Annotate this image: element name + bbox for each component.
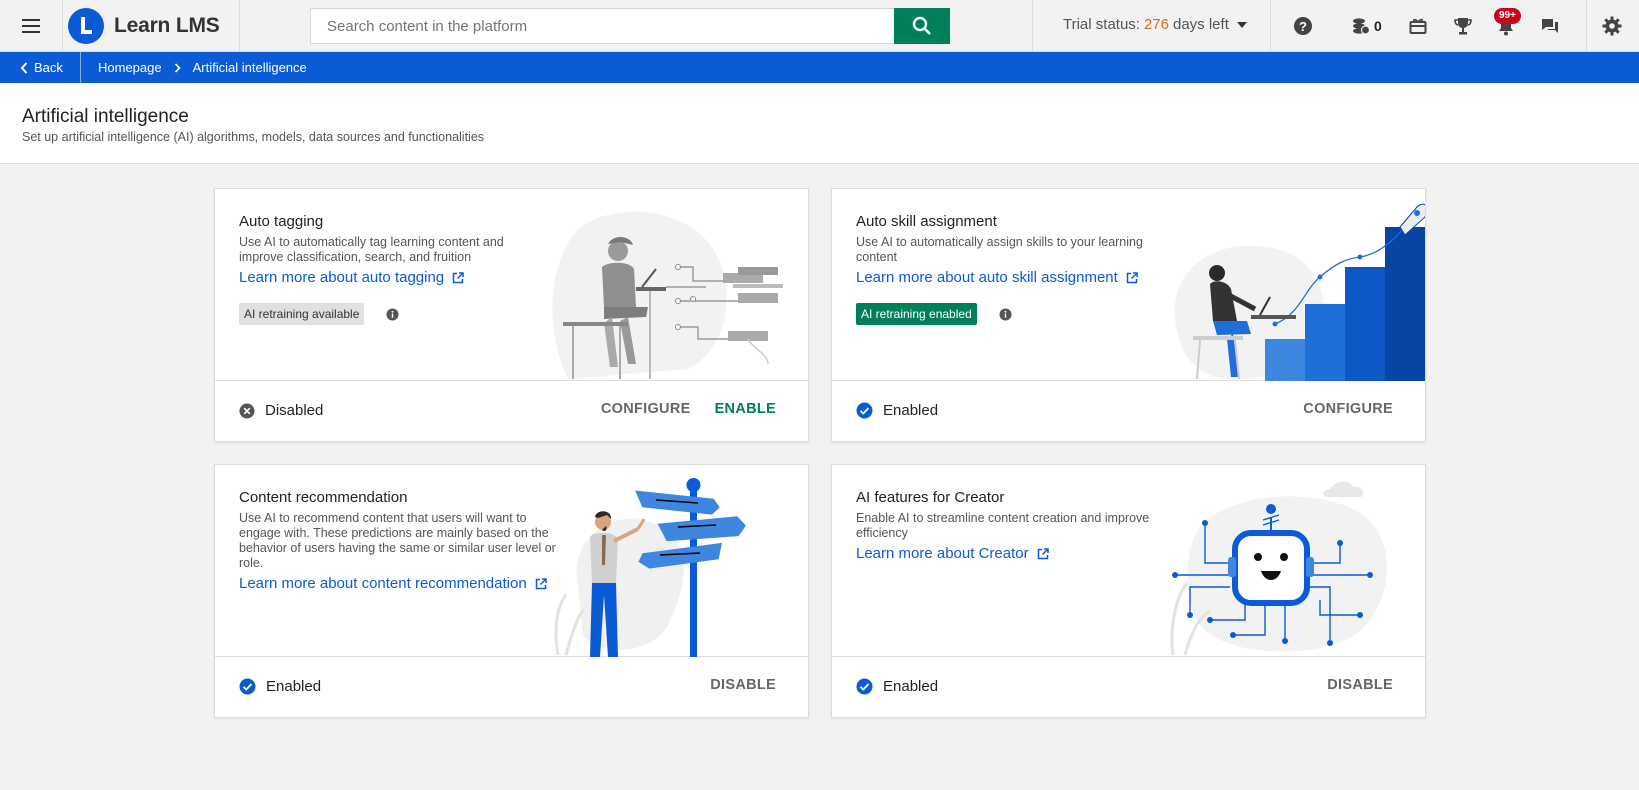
card-title: Auto tagging xyxy=(239,213,324,230)
disable-button[interactable]: DISABLE xyxy=(710,677,776,693)
trial-label: Trial status: xyxy=(1063,16,1140,33)
rewards-button[interactable] xyxy=(1407,14,1429,38)
breadcrumb-homepage[interactable]: Homepage xyxy=(98,60,162,75)
trophy-icon xyxy=(1454,18,1472,35)
app-logo[interactable]: Learn LMS xyxy=(62,0,240,51)
ai-features-creator-card: AI features for Creator Enable AI to str… xyxy=(831,464,1426,718)
divider xyxy=(1270,0,1271,51)
divider xyxy=(80,52,81,83)
status-indicator: Enabled xyxy=(856,678,938,695)
chat-icon xyxy=(1542,19,1558,33)
coins-button[interactable]: 0 xyxy=(1352,14,1382,38)
caret-down-icon xyxy=(1236,21,1247,28)
breadcrumb: Homepage Artificial intelligence xyxy=(98,52,307,83)
card-title: Auto skill assignment xyxy=(856,213,997,230)
auto-tagging-illustration xyxy=(552,211,783,379)
app-name: Learn LMS xyxy=(114,13,220,37)
search-icon xyxy=(912,16,931,35)
status-indicator: Enabled xyxy=(856,402,938,419)
check-circle-icon xyxy=(856,402,873,419)
retraining-pill: AI retraining available xyxy=(239,303,365,325)
skill-growth-illustration xyxy=(1174,203,1425,381)
status-label: Enabled xyxy=(266,678,322,695)
coins-icon xyxy=(1353,18,1370,35)
top-bar: Learn LMS Trial status: 276 days left ? … xyxy=(0,0,1639,52)
retraining-status: AI retraining enabled xyxy=(856,303,1012,325)
trial-status-dropdown[interactable]: Trial status: 276 days left xyxy=(1063,16,1249,33)
link-label: Learn more about content recommendation xyxy=(239,575,527,592)
status-indicator: Enabled xyxy=(239,678,321,695)
card-description: Use AI to automatically assign skills to… xyxy=(856,235,1143,264)
back-label: Back xyxy=(34,60,63,75)
link-label: Learn more about auto tagging xyxy=(239,269,445,286)
messages-button[interactable] xyxy=(1539,14,1561,38)
breadcrumb-current: Artificial intelligence xyxy=(192,60,307,75)
trial-suffix: days left xyxy=(1173,16,1229,33)
card-description: Enable AI to streamline content creation… xyxy=(856,511,1150,540)
info-icon[interactable] xyxy=(386,308,399,321)
page-header: Artificial intelligence Set up artificia… xyxy=(0,83,1639,164)
retraining-status: AI retraining available xyxy=(239,303,399,325)
trial-days: 276 xyxy=(1143,16,1169,33)
configure-button[interactable]: CONFIGURE xyxy=(601,401,691,417)
chevron-right-icon xyxy=(174,62,181,73)
card-description: Use AI to automatically tag learning con… xyxy=(239,235,504,264)
status-label: Enabled xyxy=(883,402,939,419)
auto-skill-assignment-card: Auto skill assignment Use AI to automati… xyxy=(831,188,1426,442)
learn-more-auto-tagging-link[interactable]: Learn more about auto tagging xyxy=(239,269,464,286)
disable-button[interactable]: DISABLE xyxy=(1327,677,1393,693)
disabled-x-circle-icon xyxy=(239,403,255,418)
enable-button[interactable]: ENABLE xyxy=(715,401,776,417)
content-recommendation-card: Content recommendation Use AI to recomme… xyxy=(214,464,809,718)
settings-button[interactable] xyxy=(1600,14,1624,38)
gift-icon xyxy=(1409,18,1427,34)
info-icon[interactable] xyxy=(999,308,1012,321)
link-label: Learn more about Creator xyxy=(856,545,1029,562)
card-description: Use AI to recommend content that users w… xyxy=(239,511,556,570)
divider xyxy=(1032,0,1033,51)
breadcrumb-bar: Back Homepage Artificial intelligence xyxy=(0,52,1639,83)
hamburger-icon xyxy=(22,19,40,33)
page-subtitle: Set up artificial intelligence (AI) algo… xyxy=(22,130,485,144)
hamburger-menu-button[interactable] xyxy=(14,13,50,39)
check-circle-icon xyxy=(856,678,873,695)
auto-tagging-card: Auto tagging Use AI to automatically tag… xyxy=(214,188,809,442)
help-icon: ? xyxy=(1294,17,1312,35)
status-label: Disabled xyxy=(265,402,324,419)
achievements-button[interactable] xyxy=(1452,14,1474,38)
status-label: Enabled xyxy=(883,678,939,695)
search-button[interactable] xyxy=(894,8,950,44)
robot-illustration xyxy=(1170,481,1387,656)
external-link-icon xyxy=(1037,547,1049,559)
configure-button[interactable]: CONFIGURE xyxy=(1303,401,1393,417)
status-indicator: Disabled xyxy=(239,402,323,419)
card-title: Content recommendation xyxy=(239,489,408,506)
card-title: AI features for Creator xyxy=(856,489,1005,506)
chevron-left-icon xyxy=(20,61,28,74)
search-input[interactable] xyxy=(310,8,895,44)
external-link-icon xyxy=(1126,271,1138,283)
logo-mark-icon xyxy=(68,7,104,44)
learn-more-creator-link[interactable]: Learn more about Creator xyxy=(856,545,1049,562)
notifications-badge: 99+ xyxy=(1494,8,1521,24)
link-label: Learn more about auto skill assignment xyxy=(856,269,1118,286)
learn-more-content-recommendation-link[interactable]: Learn more about content recommendation xyxy=(239,575,547,592)
check-circle-icon xyxy=(239,678,256,695)
back-button[interactable]: Back xyxy=(20,52,63,83)
svg-text:?: ? xyxy=(1299,19,1307,34)
divider xyxy=(1586,0,1587,51)
page-title: Artificial intelligence xyxy=(22,106,189,127)
signpost-illustration xyxy=(554,478,746,657)
external-link-icon xyxy=(452,271,464,283)
retraining-pill: AI retraining enabled xyxy=(856,303,977,325)
coins-count: 0 xyxy=(1374,18,1382,34)
learn-more-auto-skill-assignment-link[interactable]: Learn more about auto skill assignment xyxy=(856,269,1138,286)
help-button[interactable]: ? xyxy=(1291,14,1315,38)
gear-icon xyxy=(1602,16,1622,36)
